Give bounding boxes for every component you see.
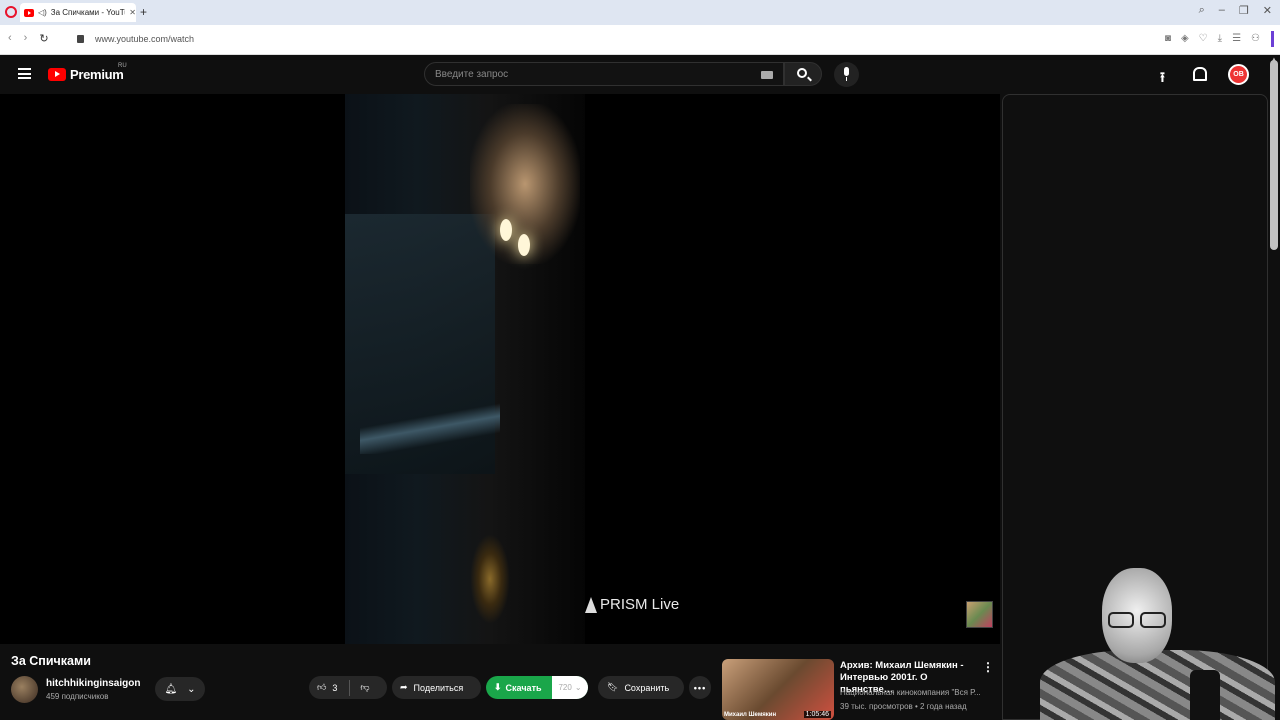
video-title: За Спичками (11, 654, 91, 668)
share-button[interactable]: ➦ Поделиться (392, 676, 481, 699)
close-window-icon[interactable]: ✕ (1263, 4, 1272, 17)
webcam-overlay (1030, 560, 1280, 720)
lock-icon (77, 35, 84, 43)
reload-icon[interactable]: ↻ (39, 32, 48, 45)
thumbnail-caption: Михаил Шемякин (724, 712, 777, 718)
search-tabs-icon[interactable]: ⌕ (1199, 4, 1205, 17)
prism-live-watermark: PRISM Live (585, 596, 679, 613)
upload-icon[interactable]: ⭱ (1160, 67, 1165, 91)
quality-select[interactable]: 720 ⌄ (552, 676, 588, 699)
like-count: 3 (332, 682, 338, 693)
subscription-bell-button[interactable]: 🔔︎ ⌄ (155, 677, 205, 701)
speaker-icon[interactable]: ◁) (38, 8, 47, 17)
dislike-button[interactable]: 👎︎ (360, 682, 369, 693)
hamburger-menu-icon[interactable] (18, 68, 31, 79)
address-bar: ‹ › ↻ www.youtube.com/watch ◙ ◈ ♡ ⤓ ☰ ⚇ (0, 25, 1280, 55)
forward-icon[interactable]: › (24, 32, 28, 45)
download-button[interactable]: ⬇ Скачать 720 ⌄ (486, 676, 588, 699)
share-label: Поделиться (413, 682, 464, 693)
heart-icon[interactable]: ♡ (1199, 33, 1208, 44)
back-icon[interactable]: ‹ (8, 32, 12, 45)
recommended-channel-name[interactable]: Национальная кинокомпания "Вся Р... (840, 688, 988, 697)
keyboard-icon[interactable] (761, 71, 773, 79)
browser-tabbar: ◁) За Спичками - YouTube ✕ + ⌕ – ❐ ✕ (0, 0, 1280, 25)
more-options-icon[interactable]: ⋮ (982, 660, 994, 674)
bell-icon: 🔔︎ (164, 683, 178, 695)
download-label: Скачать (505, 682, 542, 693)
video-duration: 1:05:46 (803, 711, 831, 718)
like-dislike-group: 👍︎ 3 👎︎ (309, 676, 387, 699)
download-icon[interactable]: ⤓ (1218, 33, 1222, 44)
webcam-person-body (1040, 650, 1275, 720)
nav-buttons: ‹ › ↻ (8, 32, 49, 45)
profile-icon[interactable]: ⚇ (1251, 33, 1260, 44)
video-scene-snow (360, 394, 500, 454)
search-input[interactable]: Введите запрос (424, 62, 784, 86)
video-scene-light (500, 219, 512, 241)
window-controls: ⌕ – ❐ ✕ (1199, 4, 1272, 17)
bookmark-icon: 🔖︎ (607, 682, 619, 692)
channel-watermark[interactable] (966, 601, 993, 628)
recommended-video-thumbnail[interactable]: Михаил Шемякин 1:05:46 (722, 659, 834, 720)
recommended-video-meta: 39 тыс. просмотров • 2 года назад (840, 702, 967, 711)
camera-icon[interactable]: ◙ (1165, 33, 1171, 44)
youtube-favicon-icon (24, 8, 34, 17)
youtube-play-icon (48, 68, 66, 81)
browser-tab[interactable]: ◁) За Спичками - YouTube ✕ (20, 3, 136, 22)
quality-value: 720 (558, 683, 572, 692)
menu-icon[interactable]: ☰ (1232, 33, 1241, 44)
prism-logo-icon (585, 596, 597, 613)
page-scrollbar[interactable] (1270, 60, 1278, 250)
webcam-glasses (1108, 612, 1168, 628)
video-scene-light (518, 234, 530, 256)
minimize-icon[interactable]: – (1219, 4, 1225, 17)
search-placeholder: Введите запрос (435, 69, 509, 80)
like-button[interactable]: 👍︎ 3 (309, 682, 337, 693)
youtube-logo[interactable]: Premium RU (48, 63, 127, 82)
share-arrow-icon: ➦ (400, 682, 408, 692)
more-actions-button[interactable]: ••• (689, 676, 711, 699)
restore-icon[interactable]: ❐ (1239, 4, 1249, 17)
browser-tools: ◙ ◈ ♡ ⤓ ☰ ⚇ (1165, 33, 1260, 44)
channel-avatar[interactable] (11, 676, 38, 703)
logo-text: Premium (70, 67, 124, 82)
shield-icon[interactable]: ◈ (1181, 33, 1189, 44)
chevron-down-icon: ⌄ (187, 683, 196, 695)
close-tab-icon[interactable]: ✕ (129, 8, 136, 17)
sidebar-accent (1271, 31, 1274, 47)
voice-search-icon[interactable] (834, 62, 859, 87)
url-field[interactable]: www.youtube.com/watch (95, 34, 194, 44)
search-button[interactable] (784, 62, 822, 86)
new-tab-button[interactable]: + (140, 5, 147, 19)
region-label: RU (118, 63, 127, 69)
opera-logo-icon[interactable] (5, 6, 17, 18)
search-icon (797, 68, 807, 78)
account-avatar[interactable]: OB (1228, 64, 1249, 85)
watermark-text: PRISM Live (600, 596, 680, 613)
save-label: Сохранить (624, 682, 670, 693)
download-arrow-icon: ⬇ (494, 682, 502, 692)
notifications-bell-icon[interactable] (1192, 66, 1207, 81)
chevron-down-icon: ⌄ (574, 683, 582, 692)
thumbs-up-icon: 👍︎ (317, 682, 327, 692)
save-button[interactable]: 🔖︎ Сохранить (598, 676, 684, 699)
microphone (1190, 670, 1220, 720)
video-player[interactable] (0, 94, 1000, 644)
video-scene-dashboard (470, 534, 510, 624)
divider (349, 679, 351, 696)
channel-name[interactable]: hitchhikinginsaigon (46, 678, 140, 689)
thumbs-down-icon: 👎︎ (360, 682, 370, 692)
subscriber-count: 459 подписчиков (46, 692, 109, 701)
youtube-header: Premium RU Введите запрос ⭱ OB (0, 55, 1280, 94)
tab-title: За Спичками - YouTube (50, 8, 126, 17)
